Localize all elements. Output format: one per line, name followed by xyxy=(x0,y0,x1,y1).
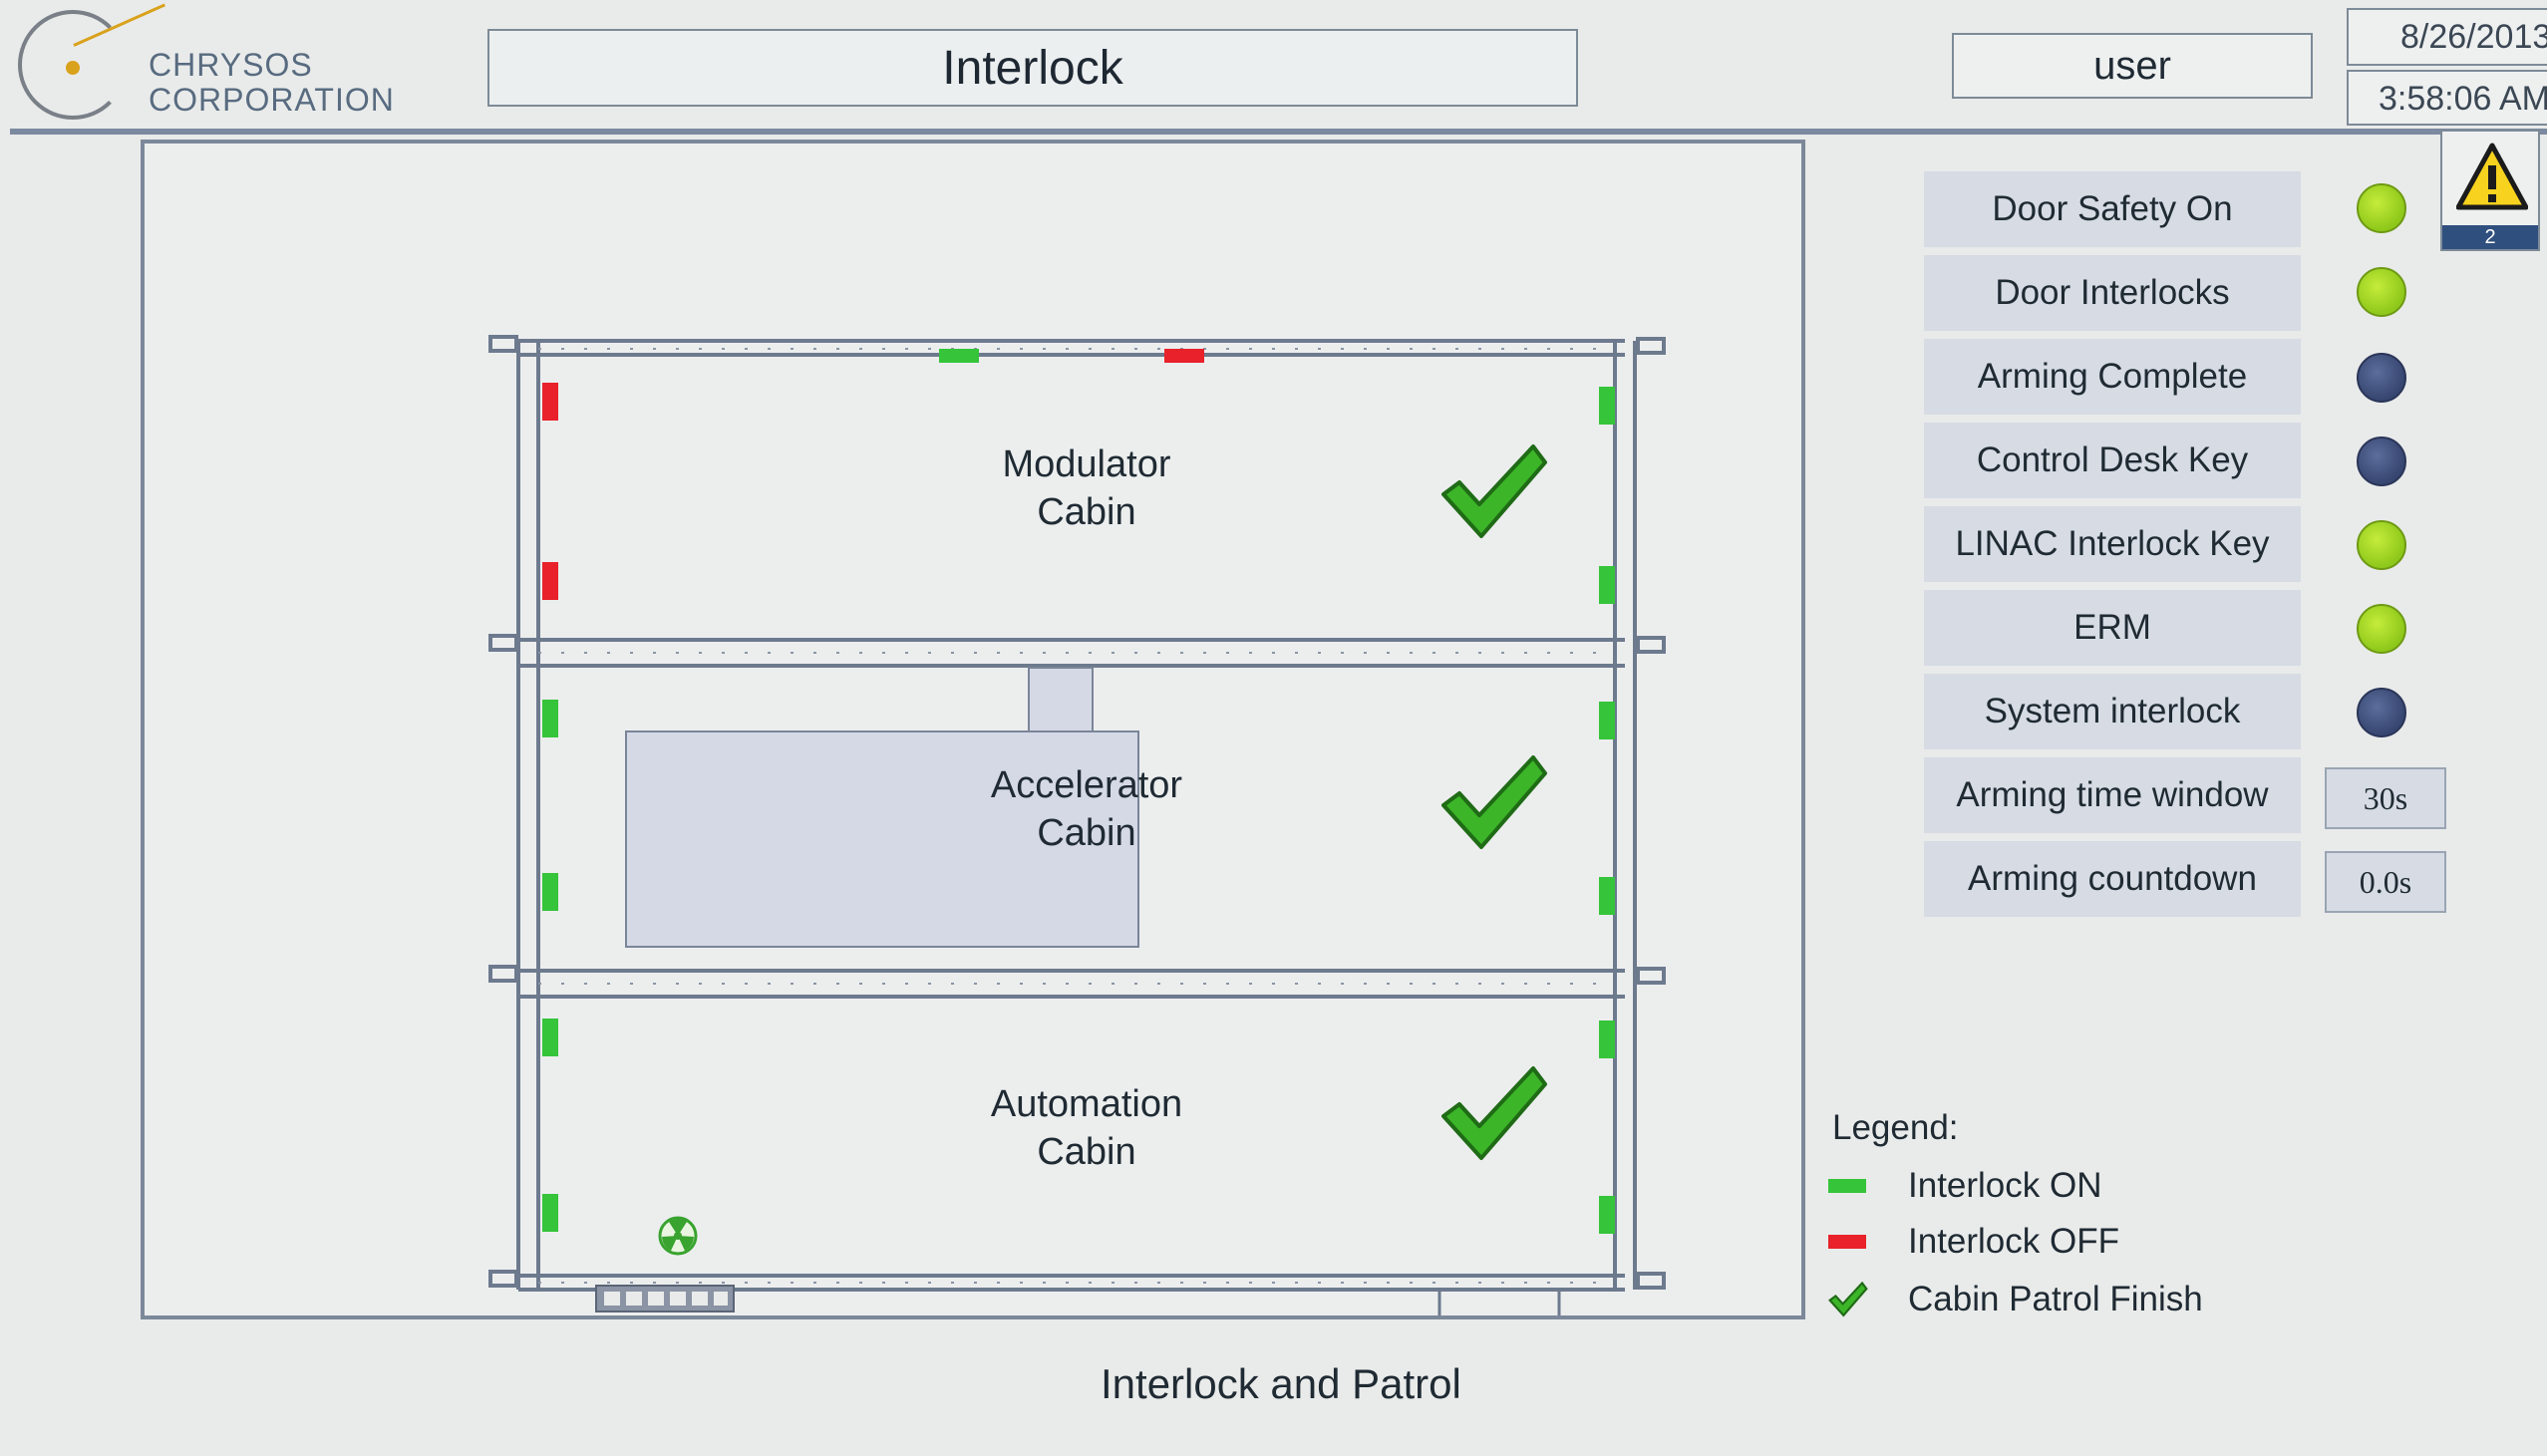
time-display: 3:58:06 AM xyxy=(2347,70,2547,126)
linac-interlock-key-led-icon xyxy=(2357,520,2406,570)
logo-text-line2: CORPORATION xyxy=(149,82,395,118)
interlock-indicator-on xyxy=(1599,566,1615,604)
status-erm: ERM xyxy=(1924,590,2301,666)
status-linac-interlock-key: LINAC Interlock Key xyxy=(1924,506,2301,582)
interlock-indicator-on xyxy=(542,873,558,911)
legend-item-interlock-off: Interlock OFF xyxy=(1828,1222,2119,1262)
cabin-label-automation: Automation Cabin xyxy=(957,1080,1216,1176)
arming-complete-led-icon xyxy=(2357,353,2406,403)
system-interlock-led-icon xyxy=(2357,688,2406,737)
interlock-indicator-off xyxy=(542,383,558,421)
legend-check-icon xyxy=(1828,1282,1868,1317)
interlock-indicator-on xyxy=(1599,702,1615,739)
arming-time-window-value[interactable]: 30s xyxy=(2325,767,2446,829)
interlock-indicator-on xyxy=(542,1194,558,1232)
alarm-button[interactable]: 2 xyxy=(2440,130,2540,251)
cabin-label-modulator: Modulator Cabin xyxy=(957,440,1216,536)
logo-text: CHRYSOS CORPORATION xyxy=(149,48,395,118)
erm-led-icon xyxy=(2357,604,2406,654)
status-control-desk-key: Control Desk Key xyxy=(1924,423,2301,498)
interlock-indicator-off xyxy=(1164,349,1204,363)
interlock-indicator-on xyxy=(542,1019,558,1056)
warning-icon xyxy=(2456,143,2528,210)
page-title: Interlock xyxy=(487,29,1578,107)
user-button[interactable]: user xyxy=(1952,33,2313,99)
legend-label: Interlock ON xyxy=(1908,1166,2102,1205)
door-interlocks-led-icon xyxy=(2357,267,2406,317)
patrol-check-icon xyxy=(1441,444,1547,538)
control-desk-key-led-icon xyxy=(2357,437,2406,486)
legend-item-patrol-finish: Cabin Patrol Finish xyxy=(1828,1280,2203,1319)
company-logo: CHRYSOS CORPORATION xyxy=(14,3,413,124)
interlock-indicator-on xyxy=(1599,1020,1615,1058)
status-system-interlock: System interlock xyxy=(1924,674,2301,749)
door-safety-led-icon xyxy=(2357,183,2406,233)
interlock-indicator-on xyxy=(1599,1196,1615,1234)
legend-label: Interlock OFF xyxy=(1908,1222,2119,1261)
patrol-check-icon xyxy=(1441,1066,1547,1160)
logo-dot-icon xyxy=(66,61,80,75)
footer-caption: Interlock and Patrol xyxy=(1101,1360,1461,1407)
radiation-icon xyxy=(658,1216,698,1256)
cabin-label-line2: Cabin xyxy=(1037,491,1136,533)
cabin-label-line1: Modulator xyxy=(1002,443,1171,485)
interlock-indicator-on xyxy=(1599,387,1615,425)
interlock-indicator-on xyxy=(939,349,979,363)
header-divider xyxy=(10,129,2547,135)
status-arming-countdown: Arming countdown xyxy=(1924,841,2301,917)
legend-red-swatch-icon xyxy=(1828,1235,1866,1249)
status-door-safety-on: Door Safety On xyxy=(1924,171,2301,247)
cabin-label-line1: Accelerator xyxy=(990,764,1183,806)
interlock-indicator-off xyxy=(542,562,558,600)
interlock-indicator-on xyxy=(542,700,558,737)
alarm-count-badge: 2 xyxy=(2442,225,2538,249)
legend-title: Legend: xyxy=(1832,1108,1959,1147)
legend-green-swatch-icon xyxy=(1828,1179,1866,1193)
date-display: 8/26/2013 xyxy=(2347,8,2547,66)
cabin-diagram: Modulator Cabin Accelerator Cabin Automa… xyxy=(478,319,1675,1325)
legend-item-interlock-on: Interlock ON xyxy=(1828,1166,2102,1206)
cabin-label-line2: Cabin xyxy=(1037,812,1136,854)
legend-label: Cabin Patrol Finish xyxy=(1908,1280,2203,1318)
status-arming-complete: Arming Complete xyxy=(1924,339,2301,415)
cabin-label-line1: Automation xyxy=(990,1083,1183,1125)
interlock-indicator-on xyxy=(1599,877,1615,915)
cabin-label-accelerator: Accelerator Cabin xyxy=(957,761,1216,857)
status-door-interlocks: Door Interlocks xyxy=(1924,255,2301,331)
arming-countdown-value: 0.0s xyxy=(2325,851,2446,913)
patrol-check-icon xyxy=(1441,755,1547,849)
status-arming-time-window: Arming time window xyxy=(1924,757,2301,833)
logo-text-line1: CHRYSOS xyxy=(149,47,313,83)
cabin-label-line2: Cabin xyxy=(1037,1131,1136,1173)
